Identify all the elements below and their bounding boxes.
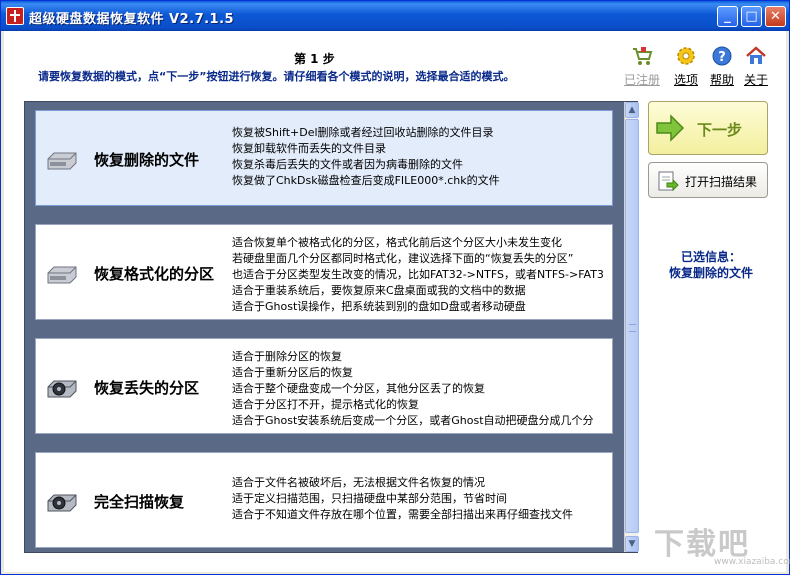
open-scan-results-button[interactable]: 打开扫描结果 — [648, 162, 768, 198]
watermark-url: www.xiazaiba.com — [714, 557, 790, 567]
option-description: 适合于删除分区的恢复 适合于重新分区后的恢复 适合于整个硬盘变成一个分区，其他分… — [232, 349, 612, 429]
description-line: 适合于不知道文件存放在哪个位置，需要全部扫描出来再仔细查找文件 — [232, 508, 573, 521]
option-name: 恢复丢失的分区 — [94, 379, 200, 397]
options-label: 选项 — [673, 73, 698, 87]
svg-text:?: ? — [718, 50, 726, 65]
minimize-button[interactable]: _ — [717, 6, 738, 27]
description-line: 适合于删除分区的恢复 — [232, 350, 342, 363]
instruction-text: 请要恢复数据的模式，点“下一步”按钮进行恢复。请仔细看各个模式的说明，选择最合适… — [38, 70, 515, 83]
next-step-button[interactable]: 下一步 — [648, 101, 768, 155]
open-scan-results-label: 打开扫描结果 — [685, 175, 758, 189]
option-recover-formatted[interactable]: 恢复格式化的分区 适合恢复单个被格式化的分区，格式化前后这个分区大小未发生变化 … — [35, 224, 613, 320]
window-title: 超级硬盘数据恢复软件 V2.7.1.5 — [29, 12, 235, 27]
option-full-scan[interactable]: 完全扫描恢复 适合于文件名被破坏后，无法根据文件名恢复的情况 适于定义扫描范围，… — [35, 452, 613, 548]
gear-icon — [677, 47, 695, 65]
description-line: 恢复卸载软件而丢失的文件目录 — [232, 142, 386, 155]
step-title: 第 1 步 — [294, 52, 335, 66]
main-content: 第 1 步 请要恢复数据的模式，点“下一步”按钮进行恢复。请仔细看各个模式的说明… — [4, 31, 790, 572]
description-line: 恢复被Shift+Del删除或者经过回收站删除的文件目录 — [232, 126, 494, 139]
app-window: 超级硬盘数据恢复软件 V2.7.1.5 _ □ ✕ 第 1 步 请要恢复数据的模… — [0, 0, 790, 575]
description-line: 恢复杀毒后丢失的文件或者因为病毒删除的文件 — [232, 158, 463, 171]
disk-icon — [47, 266, 77, 284]
registered-link[interactable]: 已注册 — [622, 45, 662, 91]
disk-scan-icon — [47, 494, 77, 512]
description-line: 适于定义扫描范围，只扫描硬盘中某部分范围，节省时间 — [232, 492, 507, 505]
description-line: 也适合于分区类型发生改变的情况，比如FAT32->NTFS，或者NTFS->FA… — [232, 268, 604, 281]
disk-icon — [47, 152, 77, 170]
vertical-scrollbar[interactable]: ▲ ▼ — [624, 102, 639, 552]
description-line: 适合于分区打不开，提示格式化的恢复 — [232, 398, 419, 411]
maximize-button[interactable]: □ — [741, 6, 762, 27]
option-name: 恢复格式化的分区 — [94, 265, 215, 283]
open-file-icon — [658, 171, 679, 192]
home-icon — [746, 46, 766, 64]
top-links: 已注册 选项 ? 帮助 关于 — [622, 45, 772, 91]
description-line: 适合于重新分区后的恢复 — [232, 366, 353, 379]
about-link[interactable]: 关于 — [736, 45, 776, 91]
cart-icon — [633, 47, 653, 65]
description-line: 适合于Ghost误操作，把系统装到别的盘如D盘或者移动硬盘 — [232, 300, 526, 313]
description-line: 适合于重装系统后，要恢复原来C盘桌面或我的文档中的数据 — [232, 284, 526, 297]
selected-info-value: 恢复删除的文件 — [668, 266, 753, 280]
option-description: 恢复被Shift+Del删除或者经过回收站删除的文件目录 恢复卸载软件而丢失的文… — [232, 125, 612, 189]
close-button[interactable]: ✕ — [765, 6, 786, 27]
scroll-up-button[interactable]: ▲ — [625, 102, 639, 118]
next-step-label: 下一步 — [697, 121, 743, 139]
about-label: 关于 — [743, 73, 768, 87]
selected-info-label: 已选信息： — [680, 250, 741, 264]
disk-scan-icon — [47, 380, 77, 398]
app-logo-icon — [6, 7, 24, 25]
description-line: 若硬盘里面几个分区都同时格式化，建议选择下面的“恢复丢失的分区” — [232, 252, 574, 265]
option-name: 完全扫描恢复 — [94, 493, 185, 511]
description-line: 适合于Ghost安装系统后变成一个分区，或者Ghost自动把硬盘分成几个分 — [232, 414, 594, 427]
description-line: 恢复做了ChkDsk磁盘检查后变成FILE000*.chk的文件 — [232, 174, 500, 187]
arrow-right-icon — [656, 114, 685, 142]
option-name: 恢复删除的文件 — [94, 151, 200, 169]
option-recover-lost-partition[interactable]: 恢复丢失的分区 适合于删除分区的恢复 适合于重新分区后的恢复 适合于整个硬盘变成… — [35, 338, 613, 434]
option-description: 适合于文件名被破坏后，无法根据文件名恢复的情况 适于定义扫描范围，只扫描硬盘中某… — [232, 475, 612, 523]
description-line: 适合于整个硬盘变成一个分区，其他分区丢了的恢复 — [232, 382, 485, 395]
scroll-grip-icon — [629, 324, 636, 332]
description-line: 适合于文件名被破坏后，无法根据文件名恢复的情况 — [232, 476, 485, 489]
scroll-down-button[interactable]: ▼ — [625, 536, 639, 552]
option-description: 适合恢复单个被格式化的分区，格式化前后这个分区大小未发生变化 若硬盘里面几个分区… — [232, 235, 612, 315]
scroll-thumb[interactable] — [625, 119, 639, 533]
description-line: 适合恢复单个被格式化的分区，格式化前后这个分区大小未发生变化 — [232, 236, 562, 249]
title-bar[interactable]: 超级硬盘数据恢复软件 V2.7.1.5 _ □ ✕ — [1, 1, 789, 31]
help-icon: ? — [712, 46, 732, 66]
registered-label: 已注册 — [623, 73, 660, 87]
option-recover-deleted[interactable]: 恢复删除的文件 恢复被Shift+Del删除或者经过回收站删除的文件目录 恢复卸… — [35, 110, 613, 206]
mode-list: 恢复删除的文件 恢复被Shift+Del删除或者经过回收站删除的文件目录 恢复卸… — [24, 101, 639, 553]
options-link[interactable]: 选项 — [666, 45, 706, 91]
selected-info: 已选信息： 恢复删除的文件 — [656, 249, 766, 281]
